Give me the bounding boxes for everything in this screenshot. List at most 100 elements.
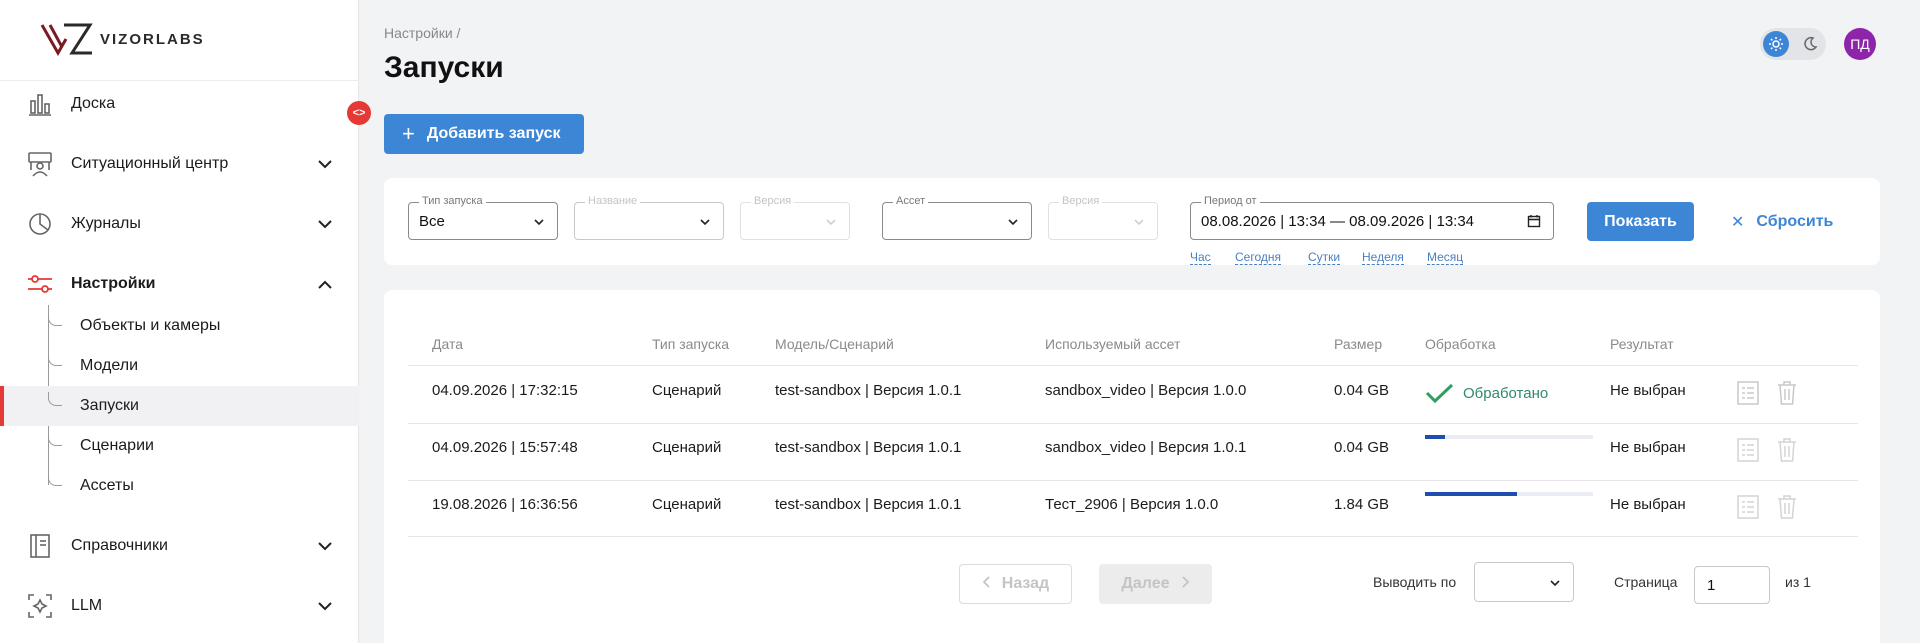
version-select: Версия [740,195,850,240]
quick-range-day[interactable]: Сутки [1308,250,1341,265]
cell-model: test-sandbox | Версия 1.0.1 [775,496,962,513]
chevron-down-icon [534,219,544,226]
sidebar-item-label: Доска [71,95,116,112]
report-icon[interactable] [1736,437,1760,463]
sidebar-item-label: Настройки [71,275,156,292]
progress-fill [1425,435,1446,439]
sidebar-subitem-label: Сценарии [80,437,154,454]
reset-label: Сбросить [1756,213,1834,230]
sidebar-item-situation-center[interactable]: Ситуационный центр [0,142,359,186]
quick-range-hour[interactable]: Час [1190,250,1211,265]
per-page-select[interactable] [1474,562,1574,602]
show-button[interactable]: Показать [1587,202,1694,241]
cell-size: 1.84 GB [1334,496,1390,513]
page-number-input[interactable] [1694,566,1770,604]
prev-page-button[interactable]: Назад [959,564,1072,604]
calendar-icon[interactable] [1527,214,1541,228]
sidebar-item-label: Журналы [71,215,141,232]
column-header: Тип запуска [652,336,730,352]
chevron-down-icon[interactable] [316,155,334,173]
report-icon[interactable] [1736,380,1760,406]
sun-icon[interactable] [1763,31,1789,57]
cell-type: Сценарий [652,439,722,456]
tree-branch [48,432,62,446]
sidebar-subitem-models[interactable]: Модели [0,346,359,386]
sidebar-item-reference-books[interactable]: Справочники [0,524,359,568]
sidebar-item-llm[interactable]: LLM [0,584,359,628]
quick-range-month[interactable]: Месяц [1427,250,1464,265]
chart-bars-icon [25,89,55,119]
sidebar-item-dashboard[interactable]: Доска [0,82,359,126]
chevron-down-icon[interactable] [316,537,334,555]
cell-asset: Тест_2906 | Версия 1.0.0 [1045,496,1219,513]
name-select[interactable]: Название [574,195,724,240]
avatar[interactable]: ПД [1844,28,1876,60]
progress-fill [1425,492,1518,496]
trash-icon[interactable] [1775,494,1799,520]
cell-asset: sandbox_video | Версия 1.0.0 [1045,382,1247,399]
logo-text: VIZORLABS [100,30,205,48]
cell-size: 0.04 GB [1334,382,1390,399]
sidebar-subitem-label: Модели [80,357,139,374]
column-header: Используемый ассет [1045,336,1181,352]
sidebar: VIZORLABS Доска Ситуационный центр Журна… [0,0,359,643]
chevron-up-icon[interactable] [316,275,334,293]
run-type-value: Все [419,213,445,230]
report-icon[interactable] [1736,494,1760,520]
filter-panel: Тип запуска Все Название Версия Ассет Ве… [384,178,1880,265]
trash-icon[interactable] [1775,380,1799,406]
chevron-down-icon [826,219,836,226]
cell-date: 19.08.2026 | 16:36:56 [432,496,578,513]
llm-icon [25,591,55,621]
cell-model: test-sandbox | Версия 1.0.1 [775,382,962,399]
field-legend: Период от [1201,195,1260,207]
period-field[interactable]: Период от 08.08.2026 | 13:34 — 08.09.202… [1190,195,1554,240]
pie-chart-icon [25,209,55,239]
sidebar-subitem-objects-cameras[interactable]: Объекты и камеры [0,306,359,346]
progress-bar [1425,492,1593,496]
sidebar-subitem-label: Ассеты [80,477,134,494]
cell-model: test-sandbox | Версия 1.0.1 [775,439,962,456]
add-run-button[interactable]: + Добавить запуск [384,114,584,154]
run-type-select[interactable]: Тип запуска Все [408,195,558,240]
chevron-down-icon[interactable] [316,597,334,615]
sidebar-subitem-runs[interactable]: Запуски [0,386,359,426]
asset-select[interactable]: Ассет [882,195,1032,240]
reset-button[interactable]: ✕ Сбросить [1731,212,1833,232]
book-icon [25,531,55,561]
tree-branch [48,392,62,406]
moon-icon[interactable] [1797,31,1823,57]
chevron-down-icon [1008,219,1018,226]
row-divider [408,365,1858,366]
page-label: Страница [1614,574,1678,590]
sidebar-item-settings[interactable]: Настройки [0,262,359,306]
logo[interactable]: VIZORLABS [40,20,205,58]
quick-range-today[interactable]: Сегодня [1235,250,1281,265]
prev-page-label: Назад [1001,575,1050,592]
sidebar-item-journals[interactable]: Журналы [0,202,359,246]
sidebar-subitem-scenarios[interactable]: Сценарии [0,426,359,466]
field-legend: Ассет [893,195,929,207]
theme-toggle[interactable] [1760,28,1826,60]
trash-icon[interactable] [1775,437,1799,463]
sidebar-item-label: Справочники [71,537,168,554]
page-title: Запуски [384,51,504,84]
breadcrumb[interactable]: Настройки / [384,25,460,41]
chevron-down-icon[interactable] [316,215,334,233]
column-header: Дата [432,336,464,352]
tree-branch [48,312,62,326]
chevron-right-icon [1181,575,1190,593]
quick-range-week[interactable]: Неделя [1362,250,1404,265]
period-value: 08.08.2026 | 13:34 — 08.09.2026 | 13:34 [1201,213,1475,230]
next-page-button[interactable]: Далее [1099,564,1212,604]
progress-bar [1425,435,1593,439]
sidebar-subitem-assets[interactable]: Ассеты [0,466,359,506]
add-run-label: Добавить запуск [426,125,561,142]
sidebar-item-label: LLM [71,597,103,614]
sidebar-collapse-button[interactable]: <> [347,101,371,125]
chevron-down-icon [1550,580,1560,587]
cell-result: Не выбран [1610,382,1686,399]
monitoring-center-icon [25,149,55,179]
per-page-label: Выводить по [1373,574,1457,590]
sliders-icon [25,269,55,299]
